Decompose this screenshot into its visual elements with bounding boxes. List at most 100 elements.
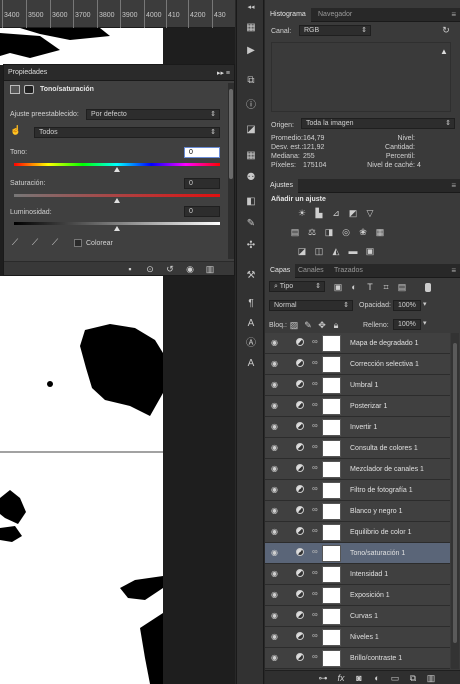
fx-icon[interactable]: fx [335, 673, 347, 683]
properties-scrollbar[interactable] [228, 83, 234, 259]
eye-icon[interactable]: ◉ [271, 464, 280, 473]
layer-row[interactable]: ◉ ∞ Umbral 1 [265, 375, 450, 396]
opacity-input[interactable]: 100% [393, 300, 421, 311]
trash-icon[interactable]: ▥ [425, 673, 437, 683]
eyedropper-plus-icon[interactable]: ⟋ [30, 237, 40, 247]
origin-dropdown[interactable]: Toda la imagen [301, 118, 455, 129]
view-previous-icon[interactable]: ⊙ [144, 264, 156, 274]
filter-toggle[interactable] [425, 283, 431, 292]
preset-dropdown[interactable]: Por defecto [86, 109, 220, 120]
lock-all-icon[interactable]: 🔒︎ [331, 320, 341, 330]
layer-row[interactable]: ◉ ∞ Tono/saturación 1 [265, 543, 450, 564]
layer-mask-thumbnail[interactable] [322, 566, 341, 583]
posterize-icon[interactable]: ◫ [313, 246, 325, 256]
mask-icon[interactable] [24, 85, 34, 94]
history-icon[interactable]: ⧉ [244, 75, 258, 87]
layer-row[interactable]: ◉ ∞ Equilibrio de color 1 [265, 522, 450, 543]
filter-pixel-icon[interactable]: ▣ [333, 282, 343, 292]
layer-row[interactable]: ◉ ∞ Blanco y negro 1 [265, 501, 450, 522]
new-group-icon[interactable]: ▭ [389, 673, 401, 683]
adjustment-layer-icon[interactable] [10, 85, 20, 94]
channel-mixer-icon[interactable]: ❀ [357, 227, 369, 237]
lock-transparent-icon[interactable]: ▨ [289, 320, 299, 330]
selective-color-icon[interactable]: ▣ [364, 246, 376, 256]
scrollbar-thumb[interactable] [453, 343, 457, 643]
hue-slider[interactable] [14, 163, 220, 166]
brightness-contrast-icon[interactable]: ☀ [296, 208, 308, 218]
chain-link-icon[interactable]: ∞ [312, 589, 318, 598]
tab-navigator[interactable]: Navegador [313, 8, 357, 22]
eye-icon[interactable]: ◉ [271, 632, 280, 641]
eye-icon[interactable]: ◉ [271, 422, 280, 431]
lightness-input[interactable]: 0 [184, 206, 220, 217]
paragraph-icon[interactable]: ¶ [244, 298, 258, 310]
lightness-slider-thumb[interactable] [114, 226, 120, 231]
eye-icon[interactable]: ◉ [271, 653, 280, 662]
layer-row[interactable]: ◉ ∞ Mapa de degradado 1 [265, 333, 450, 354]
layer-mask-thumbnail[interactable] [322, 524, 341, 541]
layer-row[interactable]: ◉ ∞ Curvas 1 [265, 606, 450, 627]
layer-mask-thumbnail[interactable] [322, 503, 341, 520]
chain-link-icon[interactable]: ∞ [312, 631, 318, 640]
layer-mask-thumbnail[interactable] [322, 587, 341, 604]
layer-mask-thumbnail[interactable] [322, 629, 341, 646]
chain-link-icon[interactable]: ∞ [312, 358, 318, 367]
layer-row[interactable]: ◉ ∞ Mezclador de canales 1 [265, 459, 450, 480]
layer-row[interactable]: ◉ ∞ Niveles 1 [265, 627, 450, 648]
layer-mask-thumbnail[interactable] [322, 440, 341, 457]
lock-position-icon[interactable]: ✥ [317, 320, 327, 330]
chain-link-icon[interactable]: ∞ [312, 421, 318, 430]
fill-input[interactable]: 100% [393, 319, 421, 330]
tab-layers[interactable]: Capas [265, 264, 296, 278]
eye-icon[interactable]: ◉ [271, 443, 280, 452]
new-layer-icon[interactable]: ⧉ [407, 673, 419, 683]
black-white-icon[interactable]: ◨ [323, 227, 335, 237]
saturation-slider-thumb[interactable] [114, 198, 120, 203]
colorize-checkbox[interactable] [74, 239, 82, 247]
levels-icon[interactable]: ▙ [313, 208, 325, 218]
gradient-map-icon[interactable]: ▬ [347, 246, 359, 256]
eye-icon[interactable]: ◉ [271, 527, 280, 536]
visibility-icon[interactable]: ◉ [184, 264, 196, 274]
lock-pixels-icon[interactable]: ✎ [303, 320, 313, 330]
invert-icon[interactable]: ◪ [296, 246, 308, 256]
scrollbar-thumb[interactable] [229, 89, 233, 179]
layer-row[interactable]: ◉ ∞ Corrección selectiva 1 [265, 354, 450, 375]
eye-icon[interactable]: ◉ [271, 611, 280, 620]
layer-mask-thumbnail[interactable] [322, 545, 341, 562]
reset-icon[interactable]: ↺ [164, 264, 176, 274]
color-lookup-icon[interactable]: ▦ [374, 227, 386, 237]
panel-menu-icon[interactable]: ≡ [451, 181, 456, 190]
layer-row[interactable]: ◉ ∞ Brillo/contraste 1 [265, 648, 450, 669]
tool-presets-icon[interactable]: ⚒ [244, 270, 258, 282]
new-adjustment-icon[interactable]: ◐ [371, 673, 383, 683]
brush-icon[interactable]: ✎ [244, 218, 258, 230]
swatches-icon[interactable]: ▦ [244, 150, 258, 162]
eye-icon[interactable]: ◉ [271, 359, 280, 368]
layers-scrollbar[interactable] [451, 333, 459, 669]
eye-icon[interactable]: ◉ [271, 338, 280, 347]
layer-row[interactable]: ◉ ∞ Exposición 1 [265, 585, 450, 606]
lightness-slider[interactable] [14, 222, 220, 225]
tab-histogram[interactable]: Histograma [265, 8, 311, 22]
filter-type-icon[interactable]: T [365, 282, 375, 292]
chain-link-icon[interactable]: ∞ [312, 568, 318, 577]
chain-link-icon[interactable]: ∞ [312, 442, 318, 451]
hue-saturation-icon[interactable]: ▤ [289, 227, 301, 237]
eye-icon[interactable]: ◉ [271, 590, 280, 599]
hue-slider-thumb[interactable] [114, 167, 120, 172]
layer-mask-thumbnail[interactable] [322, 398, 341, 415]
layer-row[interactable]: ◉ ∞ Invertir 1 [265, 417, 450, 438]
clone-source-icon[interactable]: ✣ [244, 240, 258, 252]
play-actions-icon[interactable]: ▶ [244, 45, 258, 57]
histogram-panel-icon[interactable]: ▦ [244, 22, 258, 34]
tab-adjustments[interactable]: Ajustes [265, 179, 298, 193]
panel-menu-icon[interactable]: ≡ [451, 266, 456, 275]
layer-mask-thumbnail[interactable] [322, 356, 341, 373]
layer-mask-thumbnail[interactable] [322, 335, 341, 352]
brush-presets-icon[interactable]: ◧ [244, 196, 258, 208]
character-icon[interactable]: A [244, 318, 258, 330]
chain-link-icon[interactable]: ∞ [312, 526, 318, 535]
hue-input[interactable]: 0 [184, 147, 220, 158]
tab-paths[interactable]: Trazados [329, 264, 368, 278]
